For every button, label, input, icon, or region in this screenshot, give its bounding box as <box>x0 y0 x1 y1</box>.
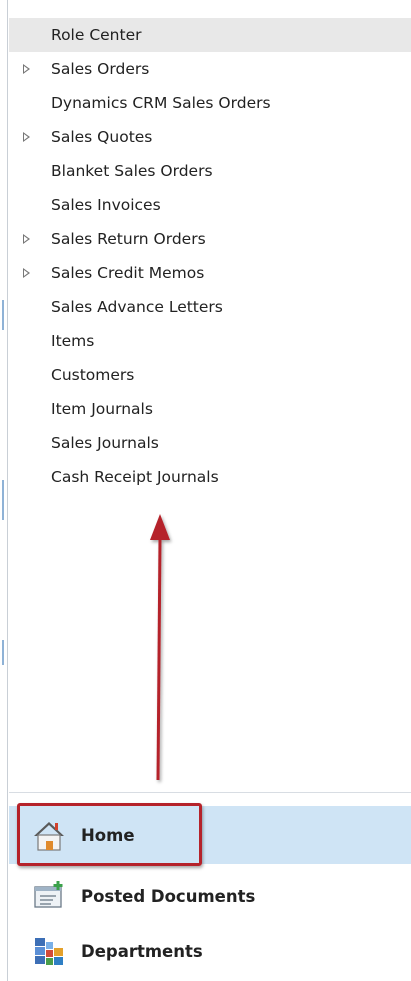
posted-documents-button[interactable]: Posted Documents <box>9 867 411 925</box>
departments-label: Departments <box>81 941 203 961</box>
departments-icon <box>31 933 67 969</box>
departments-button[interactable]: Departments <box>9 922 411 980</box>
annotation-highlight-box <box>17 803 202 866</box>
pane-divider <box>9 792 411 793</box>
posted-documents-icon <box>31 878 67 914</box>
posted-documents-label: Posted Documents <box>81 886 256 906</box>
